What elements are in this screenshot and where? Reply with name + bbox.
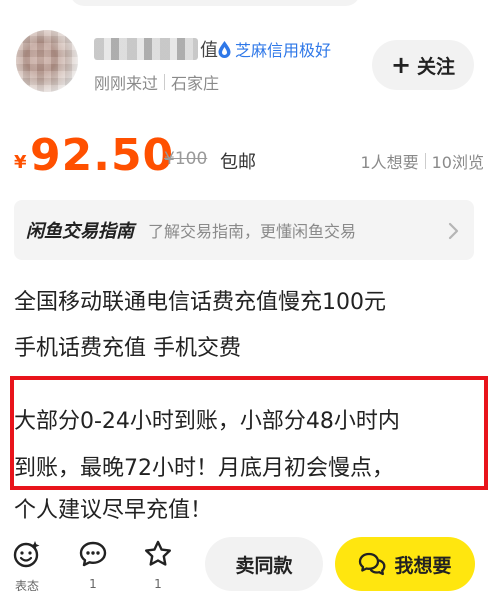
sell-same-button[interactable]: 卖同款: [205, 537, 323, 591]
original-price: ¥100: [164, 149, 208, 169]
listing-stats: 1人想要 10浏览: [360, 149, 484, 173]
emoji-label: 表态: [14, 579, 39, 593]
divider: [164, 74, 166, 90]
comment-icon: [79, 541, 107, 567]
credit-badge[interactable]: 芝麻信用极好: [218, 37, 331, 61]
bottom-action-bar: 表态 1 1 卖同款 我想要: [0, 525, 500, 611]
sell-same-label: 卖同款: [235, 554, 293, 577]
emoji-icon: [13, 541, 40, 568]
drop-icon: [218, 40, 231, 58]
favorite-count: 1: [154, 577, 162, 591]
seller-location: 石家庄: [171, 74, 220, 93]
currency-symbol: ¥: [14, 152, 27, 173]
price-amount: 92.50: [30, 130, 175, 181]
plus-icon: +: [390, 51, 412, 79]
divider: [424, 153, 426, 169]
comment-count: 1: [89, 577, 97, 591]
favorite-button[interactable]: 1: [138, 539, 178, 591]
chevron-right-icon: [448, 222, 459, 240]
top-search-pill[interactable]: [70, 0, 360, 6]
seller-meta: 刚刚来过 石家庄: [94, 70, 219, 94]
want-button[interactable]: 我想要: [335, 537, 475, 591]
guide-title: 闲鱼交易指南: [26, 221, 134, 242]
follow-button[interactable]: + 关注: [372, 40, 474, 90]
shipping-label: 包邮: [220, 152, 256, 173]
trade-guide-banner[interactable]: 闲鱼交易指南 了解交易指南，更懂闲鱼交易: [14, 200, 474, 260]
credit-label: 芝麻信用极好: [235, 41, 332, 60]
seller-name[interactable]: 值: [94, 36, 218, 62]
star-icon: [145, 540, 171, 566]
follow-label: 关注: [417, 55, 456, 78]
emoji-react-button[interactable]: 表态: [7, 539, 47, 594]
seller-name-blur: [94, 38, 198, 60]
want-count: 1人想要: [360, 153, 419, 172]
guide-description: 了解交易指南，更懂闲鱼交易: [148, 222, 357, 241]
price-row: ¥ 92.50 ¥100 包邮 1人想要 10浏览: [14, 130, 484, 186]
highlight-box: [10, 376, 488, 490]
listing-title-line: 手机话费充值 手机交费: [14, 336, 241, 361]
listing-description-line: 个人建议尽早充值！: [14, 498, 213, 523]
listing-title-line: 全国移动联通电信话费充值慢充100元: [14, 290, 386, 315]
want-label: 我想要: [394, 554, 452, 577]
seller-name-suffix: 值: [200, 40, 218, 61]
view-count: 10浏览: [431, 153, 484, 172]
seller-avatar[interactable]: [16, 30, 78, 92]
comment-button[interactable]: 1: [73, 539, 113, 591]
chat-bubbles-icon: [359, 552, 386, 576]
last-seen: 刚刚来过: [94, 74, 159, 93]
